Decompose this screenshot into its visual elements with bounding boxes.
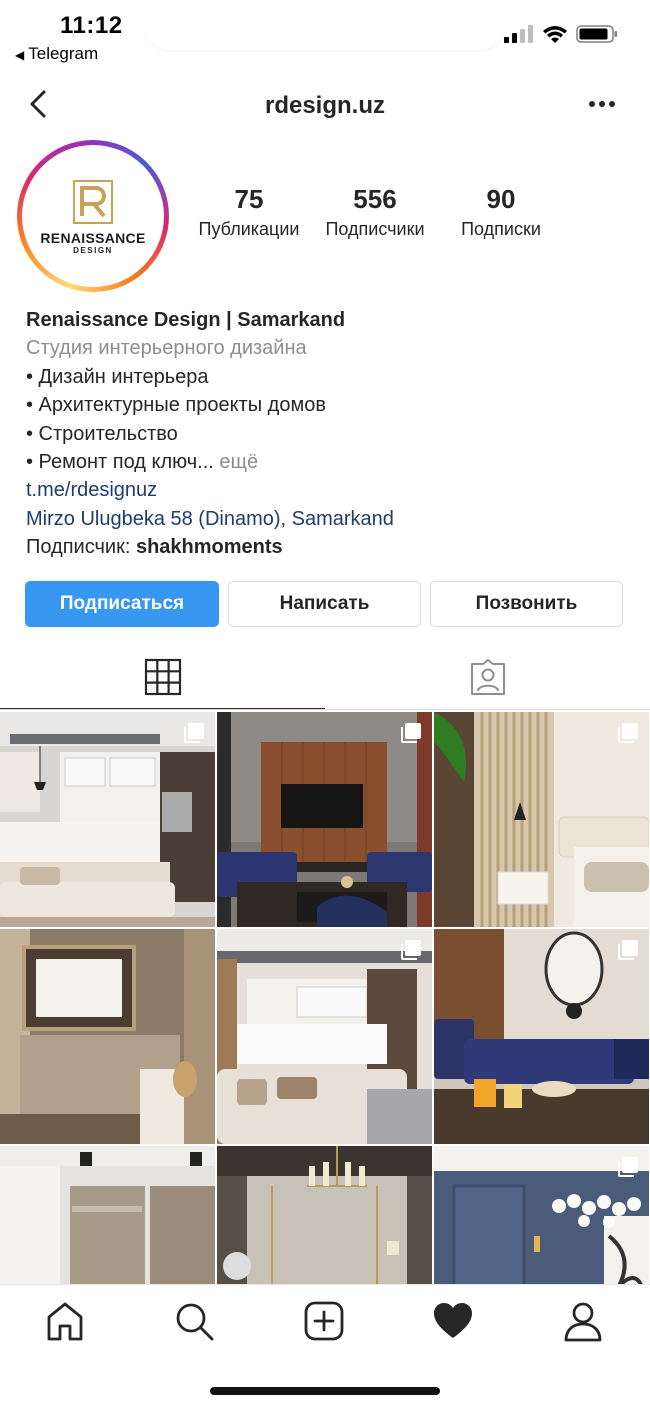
profile-tabs	[0, 650, 650, 710]
back-app-label: Telegram	[28, 44, 99, 63]
stat-following-label: Подписки	[461, 219, 541, 239]
stat-posts[interactable]: 75 Публикации	[193, 184, 305, 240]
post-kitchen-living-image	[0, 712, 215, 927]
avatar-sub-text: DESIGN	[73, 245, 113, 255]
avatar-brand-text: RENAISSANCE	[40, 229, 146, 246]
device-notch	[143, 0, 507, 50]
post-tile[interactable]	[434, 929, 649, 1144]
tabs-divider	[0, 709, 650, 710]
tab-grid[interactable]	[0, 650, 325, 710]
bio-line: • Архитектурные проекты домов	[26, 394, 326, 417]
post-tv-living-room-image	[217, 712, 432, 927]
grid-icon	[144, 658, 181, 696]
follow-button[interactable]: Подписаться	[25, 581, 219, 627]
multiple-photos-icon	[618, 1157, 638, 1177]
multiple-photos-icon	[618, 723, 638, 743]
stat-followers-label: Подписчики	[325, 219, 425, 239]
post-tile[interactable]	[0, 712, 215, 927]
message-button[interactable]: Написать	[228, 581, 421, 627]
multiple-photos-icon	[401, 940, 421, 960]
post-chandelier-room-image	[217, 1146, 432, 1284]
followed-by-label: Подписчик:	[26, 536, 131, 559]
signal-icon	[504, 25, 533, 43]
system-icons	[504, 24, 618, 44]
multiple-photos-icon	[401, 723, 421, 743]
profile-actions: Подписаться Написать Позвонить	[25, 581, 625, 627]
bio-line: • Строительство	[26, 422, 178, 445]
post-kitchen-sofa-image	[217, 929, 432, 1144]
profile-header: RENAISSANCE DESIGN 75 Публикации 556 Под…	[0, 140, 650, 300]
renaissance-logo-icon	[73, 179, 113, 224]
status-bar: 11:12 ◀ Telegram	[0, 0, 650, 70]
bottom-tab-bar	[0, 1284, 650, 1407]
profile-icon[interactable]	[561, 1299, 605, 1343]
post-tile[interactable]	[217, 712, 432, 927]
bio-line: • Дизайн интерьера	[26, 365, 209, 388]
post-tile[interactable]	[0, 1146, 215, 1284]
post-dining-blue-image	[434, 929, 649, 1144]
stat-following-count: 90	[486, 184, 516, 214]
bio-more-link[interactable]: ещё	[219, 451, 258, 473]
bio-line-last: • Ремонт под ключ... ещё	[26, 448, 626, 476]
stat-posts-count: 75	[234, 184, 264, 214]
call-button[interactable]: Позвонить	[430, 581, 623, 627]
avatar: RENAISSANCE DESIGN	[27, 150, 159, 282]
post-tile[interactable]	[0, 929, 215, 1144]
profile-bio: Renaissance Design | Samarkand Студия ин…	[26, 306, 626, 562]
battery-icon	[576, 25, 617, 43]
post-tile[interactable]	[217, 1146, 432, 1284]
profile-category: Студия интерьерного дизайна	[26, 337, 307, 360]
back-triangle-icon: ◀	[15, 48, 25, 62]
avatar-frame: RENAISSANCE DESIGN	[22, 145, 164, 287]
story-ring[interactable]: RENAISSANCE DESIGN	[17, 140, 169, 292]
back-to-app-link[interactable]: ◀ Telegram	[15, 44, 98, 64]
bio-line: • Ремонт под ключ...	[26, 451, 214, 474]
wifi-icon	[543, 26, 567, 43]
followed-by-user[interactable]: shakhmoments	[136, 536, 283, 558]
followed-by: Подписчик: shakhmoments	[26, 533, 626, 561]
stat-followers-count: 556	[353, 184, 397, 214]
post-wardrobe-room-image	[0, 1146, 215, 1284]
profile-name: Renaissance Design | Samarkand	[26, 309, 346, 331]
tagged-user-icon	[470, 659, 505, 695]
post-tile[interactable]	[217, 929, 432, 1144]
tab-tagged[interactable]	[325, 650, 650, 710]
top-nav-bar: rdesign.uz	[0, 78, 650, 132]
multiple-photos-icon	[618, 940, 638, 960]
home-indicator	[210, 1387, 440, 1395]
post-tile[interactable]	[434, 1146, 649, 1284]
activity-heart-icon[interactable]	[431, 1299, 475, 1343]
bio-website-link[interactable]: t.me/rdesignuz	[26, 476, 626, 504]
stat-posts-label: Публикации	[198, 219, 300, 239]
multiple-photos-icon	[184, 723, 204, 743]
stat-followers[interactable]: 556 Подписчики	[318, 184, 432, 240]
search-icon[interactable]	[172, 1299, 216, 1343]
stat-following[interactable]: 90 Подписки	[446, 184, 556, 240]
home-icon[interactable]	[43, 1299, 87, 1343]
post-bedroom-slats-image	[434, 712, 649, 927]
status-time: 11:12	[60, 12, 123, 39]
bio-address-link[interactable]: Mirzo Ulugbeka 58 (Dinamo), Samarkand	[26, 505, 626, 533]
profile-username-title: rdesign.uz	[264, 92, 385, 119]
post-tile[interactable]	[434, 712, 649, 927]
more-horizontal-icon[interactable]	[586, 92, 618, 116]
post-bedroom-mirror-image	[0, 929, 215, 1144]
posts-grid	[0, 712, 650, 1284]
new-post-icon[interactable]	[302, 1299, 346, 1343]
